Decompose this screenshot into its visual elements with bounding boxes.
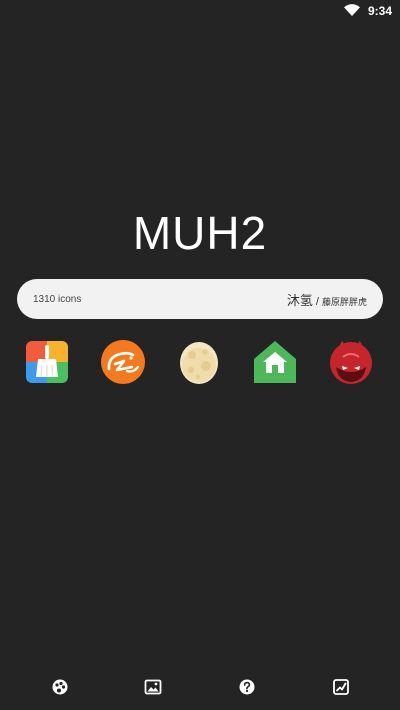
credits: 沐氢 / 藤原胖胖虎 xyxy=(287,290,367,309)
egg-icon[interactable] xyxy=(176,339,222,385)
bottom-nav xyxy=(0,678,400,702)
page-title: MUH2 xyxy=(132,207,268,259)
wallpaper-tab-icon[interactable] xyxy=(144,678,162,696)
apply-tab-icon[interactable] xyxy=(332,678,350,696)
home-icon[interactable] xyxy=(252,339,298,385)
status-clock: 9:34 xyxy=(367,4,392,18)
cleaner-broom-icon[interactable] xyxy=(24,339,70,385)
credit-separator: / xyxy=(315,295,319,308)
icon-count-label: 1310 icons xyxy=(33,293,82,305)
status-bar: 9:34 xyxy=(0,0,400,22)
featured-icon-row xyxy=(24,339,376,385)
icons-tab-icon[interactable] xyxy=(51,678,69,696)
antutu-devil-icon[interactable] xyxy=(328,339,374,385)
request-tab-icon[interactable] xyxy=(238,678,256,696)
credit-author: 沐氢 xyxy=(286,292,313,308)
info-bar[interactable]: 1310 icons 沐氢 / 藤原胖胖虎 xyxy=(17,279,383,319)
wifi-icon xyxy=(344,4,360,16)
credit-coauthor: 藤原胖胖虎 xyxy=(321,296,367,307)
alibaba-icon[interactable] xyxy=(100,339,146,385)
